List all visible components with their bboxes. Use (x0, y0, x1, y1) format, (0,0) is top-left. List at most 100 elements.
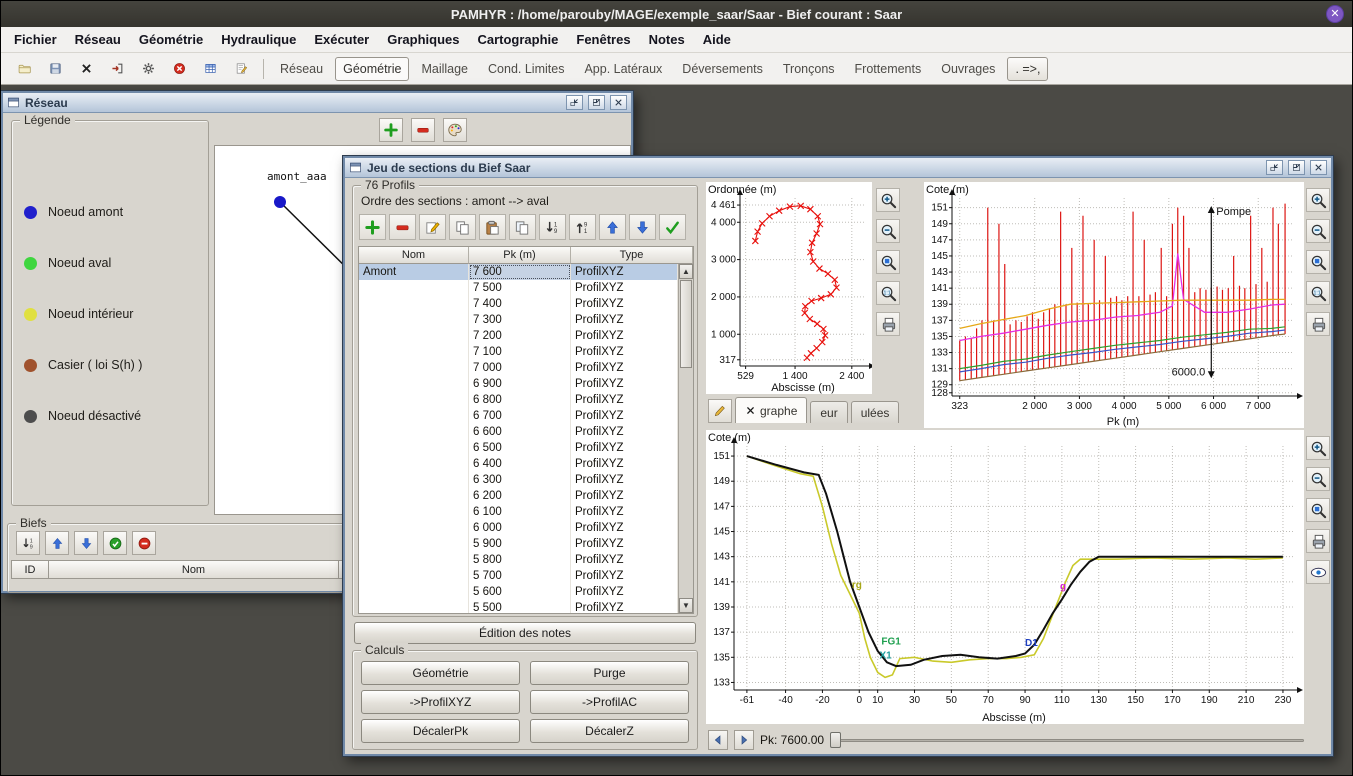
pencil-button[interactable] (708, 399, 732, 423)
print-button[interactable] (1306, 312, 1330, 336)
calc-d-calerz-button[interactable]: DécalerZ (530, 719, 689, 743)
cell-nom[interactable] (359, 568, 469, 584)
table-row[interactable]: 7 000 ProfilXYZ (359, 360, 678, 376)
cell-nom[interactable] (359, 600, 469, 613)
cell-pk[interactable]: 6 200 (469, 488, 571, 504)
toolbar-frottements[interactable]: Frottements (847, 57, 930, 81)
cell-nom[interactable] (359, 504, 469, 520)
table-row[interactable]: 5 700 ProfilXYZ (359, 568, 678, 584)
cell-type[interactable]: ProfilXYZ (571, 520, 678, 536)
table-row[interactable]: 6 500 ProfilXYZ (359, 440, 678, 456)
menu-fen-tres[interactable]: Fenêtres (567, 28, 639, 51)
graph-tab-eur[interactable]: eur (810, 401, 847, 423)
table-row[interactable]: 6 800 ProfilXYZ (359, 392, 678, 408)
cell-nom[interactable] (359, 360, 469, 376)
cell-nom[interactable] (359, 296, 469, 312)
window-maximize-icon[interactable] (588, 95, 605, 110)
cell-nom[interactable] (359, 312, 469, 328)
zoom-box-button[interactable] (1306, 250, 1330, 274)
cell-nom[interactable] (359, 328, 469, 344)
window-close-icon[interactable] (1310, 160, 1327, 175)
cell-nom[interactable] (359, 376, 469, 392)
copy-button[interactable] (449, 214, 476, 240)
table-row[interactable]: 5 800 ProfilXYZ (359, 552, 678, 568)
scroll-up-icon[interactable]: ▲ (679, 264, 693, 279)
profils-column-pk-m[interactable]: Pk (m) (469, 247, 571, 264)
cell-nom[interactable] (359, 280, 469, 296)
menu-cartographie[interactable]: Cartographie (468, 28, 567, 51)
profils-table-scrollbar[interactable]: ▲ ▼ (678, 264, 693, 613)
cell-pk[interactable]: 7 100 (469, 344, 571, 360)
folder-open-button[interactable] (11, 55, 38, 82)
toolbar-item[interactable]: . =>, (1007, 57, 1048, 81)
cell-nom[interactable] (359, 584, 469, 600)
table-row[interactable]: 7 100 ProfilXYZ (359, 344, 678, 360)
cell-pk[interactable]: 6 800 (469, 392, 571, 408)
cell-pk[interactable]: 5 600 (469, 584, 571, 600)
cell-nom[interactable] (359, 488, 469, 504)
table-row[interactable]: 7 300 ProfilXYZ (359, 312, 678, 328)
cell-nom[interactable] (359, 552, 469, 568)
cross-section-chart[interactable]: -61-40-200103050709011013015017019021023… (706, 430, 1304, 724)
cell-pk[interactable]: 6 000 (469, 520, 571, 536)
calc-g-om-trie-button[interactable]: Géométrie (361, 661, 520, 685)
window-close-icon[interactable] (610, 95, 627, 110)
cell-pk[interactable]: 6 700 (469, 408, 571, 424)
cell-nom[interactable] (359, 440, 469, 456)
table-row[interactable]: 6 700 ProfilXYZ (359, 408, 678, 424)
cell-pk[interactable]: 6 400 (469, 456, 571, 472)
menu-g-om-trie[interactable]: Géométrie (130, 28, 212, 51)
export-run-button[interactable] (104, 55, 131, 82)
menu-hydraulique[interactable]: Hydraulique (212, 28, 305, 51)
menu-aide[interactable]: Aide (694, 28, 740, 51)
biefs-column-id[interactable]: ID (11, 560, 49, 579)
node-amont[interactable] (274, 196, 286, 208)
cell-type[interactable]: ProfilXYZ (571, 504, 678, 520)
cell-nom[interactable] (359, 520, 469, 536)
zoom-box-button[interactable] (876, 250, 900, 274)
grid-button[interactable] (197, 55, 224, 82)
toolbar-maillage[interactable]: Maillage (413, 57, 476, 81)
table-row[interactable]: 6 600 ProfilXYZ (359, 424, 678, 440)
cell-type[interactable]: ProfilXYZ (571, 264, 678, 280)
window-restore-icon[interactable] (566, 95, 583, 110)
cell-type[interactable]: ProfilXYZ (571, 360, 678, 376)
menu-ex-cuter[interactable]: Exécuter (305, 28, 378, 51)
cell-nom[interactable]: Amont (359, 264, 469, 280)
cell-pk[interactable]: 6 300 (469, 472, 571, 488)
pk-slider-track[interactable] (830, 739, 1304, 742)
close-icon[interactable]: ✕ (1326, 5, 1344, 23)
table-row[interactable]: 7 400 ProfilXYZ (359, 296, 678, 312)
toolbar-r-seau[interactable]: Réseau (272, 57, 331, 81)
pk-slider[interactable] (830, 731, 1306, 749)
zoom-out-button[interactable] (1306, 467, 1330, 491)
calc-profilxyz-button[interactable]: ->ProfilXYZ (361, 690, 520, 714)
print-button[interactable] (1306, 529, 1330, 553)
cell-pk[interactable]: 6 900 (469, 376, 571, 392)
cell-nom[interactable] (359, 424, 469, 440)
apply-button[interactable] (659, 214, 686, 240)
zoom-out-button[interactable] (1306, 219, 1330, 243)
table-row[interactable]: Amont 7 600 ProfilXYZ (359, 264, 678, 280)
sections-titlebar[interactable]: Jeu de sections du Bief Saar (345, 158, 1331, 178)
menu-r-seau[interactable]: Réseau (66, 28, 130, 51)
zoom-box-button[interactable] (1306, 498, 1330, 522)
table-row[interactable]: 6 400 ProfilXYZ (359, 456, 678, 472)
remove-button[interactable] (411, 118, 435, 142)
table-row[interactable]: 6 900 ProfilXYZ (359, 376, 678, 392)
cell-type[interactable]: ProfilXYZ (571, 344, 678, 360)
duplicate-button[interactable] (509, 214, 536, 240)
pk-slider-thumb[interactable] (830, 732, 841, 748)
toolbar-g-om-trie[interactable]: Géométrie (335, 57, 409, 81)
cell-nom[interactable] (359, 408, 469, 424)
cell-pk[interactable]: 6 500 (469, 440, 571, 456)
cell-pk[interactable]: 7 200 (469, 328, 571, 344)
calc-profilac-button[interactable]: ->ProfilAC (530, 690, 689, 714)
remove-button[interactable] (389, 214, 416, 240)
calc-d-calerpk-button[interactable]: DécalerPk (361, 719, 520, 743)
calc-purge-button[interactable]: Purge (530, 661, 689, 685)
toolbar-cond-limites[interactable]: Cond. Limites (480, 57, 572, 81)
move-up-button[interactable] (599, 214, 626, 240)
cell-pk[interactable]: 6 600 (469, 424, 571, 440)
toolbar-d-versements[interactable]: Déversements (674, 57, 771, 81)
